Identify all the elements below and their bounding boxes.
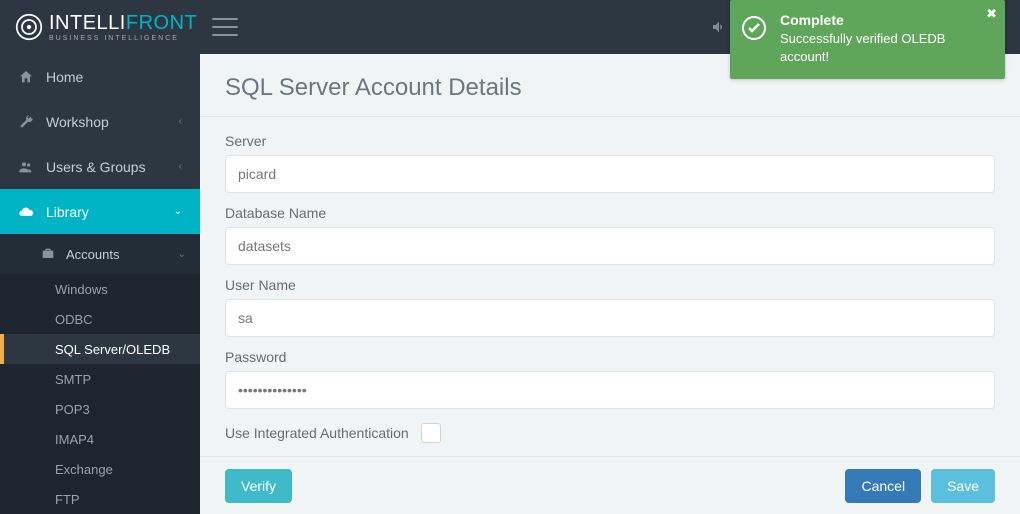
nav-imap[interactable]: IMAP4	[0, 424, 200, 454]
save-button[interactable]: Save	[931, 469, 995, 503]
nav-pop3[interactable]: POP3	[0, 394, 200, 424]
integrated-checkbox[interactable]	[421, 423, 441, 443]
chevron-left-icon: ‹	[179, 116, 182, 127]
nav-home[interactable]: Home	[0, 54, 200, 99]
cancel-button[interactable]: Cancel	[845, 469, 921, 503]
server-label: Server	[225, 133, 995, 149]
sound-icon[interactable]	[711, 19, 727, 35]
brand-logo: Intellifront BUSINESS INTELLIGENCE	[15, 13, 197, 42]
nav-oledb[interactable]: SQL Server/OLEDB	[0, 334, 200, 364]
nav-accounts-label: Accounts	[66, 247, 119, 262]
toast-title: Complete	[780, 12, 975, 28]
nav-accounts[interactable]: Accounts ⌄	[0, 234, 200, 274]
dbname-input[interactable]	[225, 227, 995, 265]
form-footer: Verify Cancel Save	[200, 456, 1020, 514]
sidebar: Home Workshop ‹ Users & Groups ‹ Library…	[0, 54, 200, 514]
nav-workshop-label: Workshop	[46, 114, 109, 130]
chevron-left-icon: ‹	[179, 161, 182, 172]
integrated-label: Use Integrated Authentication	[225, 425, 409, 441]
cloud-icon	[18, 204, 34, 220]
check-icon	[742, 16, 766, 40]
toast-success: Complete Successfully verified OLEDB acc…	[730, 0, 1005, 79]
server-input[interactable]	[225, 155, 995, 193]
verify-button[interactable]: Verify	[225, 469, 292, 503]
username-input[interactable]	[225, 299, 995, 337]
brand-name-2: front	[126, 13, 197, 33]
users-icon	[18, 159, 34, 175]
nav-home-label: Home	[46, 69, 83, 85]
home-icon	[18, 69, 34, 85]
wrench-icon	[18, 114, 34, 130]
nav-workshop[interactable]: Workshop ‹	[0, 99, 200, 144]
main-content: SQL Server Account Details Server Databa…	[200, 54, 1020, 514]
nav-ftp[interactable]: FTP	[0, 484, 200, 514]
briefcase-icon	[40, 246, 56, 262]
brand-sub: BUSINESS INTELLIGENCE	[49, 35, 197, 42]
username-label: User Name	[225, 277, 995, 293]
nav-users[interactable]: Users & Groups ‹	[0, 144, 200, 189]
chevron-down-icon: ⌄	[178, 249, 186, 260]
chevron-down-icon: ⌄	[174, 206, 182, 217]
password-input[interactable]	[225, 371, 995, 409]
password-label: Password	[225, 349, 995, 365]
nav-exchange[interactable]: Exchange	[0, 454, 200, 484]
nav-windows[interactable]: Windows	[0, 274, 200, 304]
nav-smtp[interactable]: SMTP	[0, 364, 200, 394]
dbname-label: Database Name	[225, 205, 995, 221]
nav-users-label: Users & Groups	[46, 159, 146, 175]
nav-library[interactable]: Library ⌄	[0, 189, 200, 234]
nav-odbc[interactable]: ODBC	[0, 304, 200, 334]
toast-message: Successfully verified OLEDB account!	[780, 30, 975, 65]
toast-close[interactable]: ✖	[986, 6, 997, 22]
menu-toggle[interactable]	[212, 18, 238, 36]
logo-icon	[15, 13, 43, 41]
nav-library-label: Library	[46, 204, 89, 220]
brand-name-1: Intelli	[49, 13, 126, 33]
